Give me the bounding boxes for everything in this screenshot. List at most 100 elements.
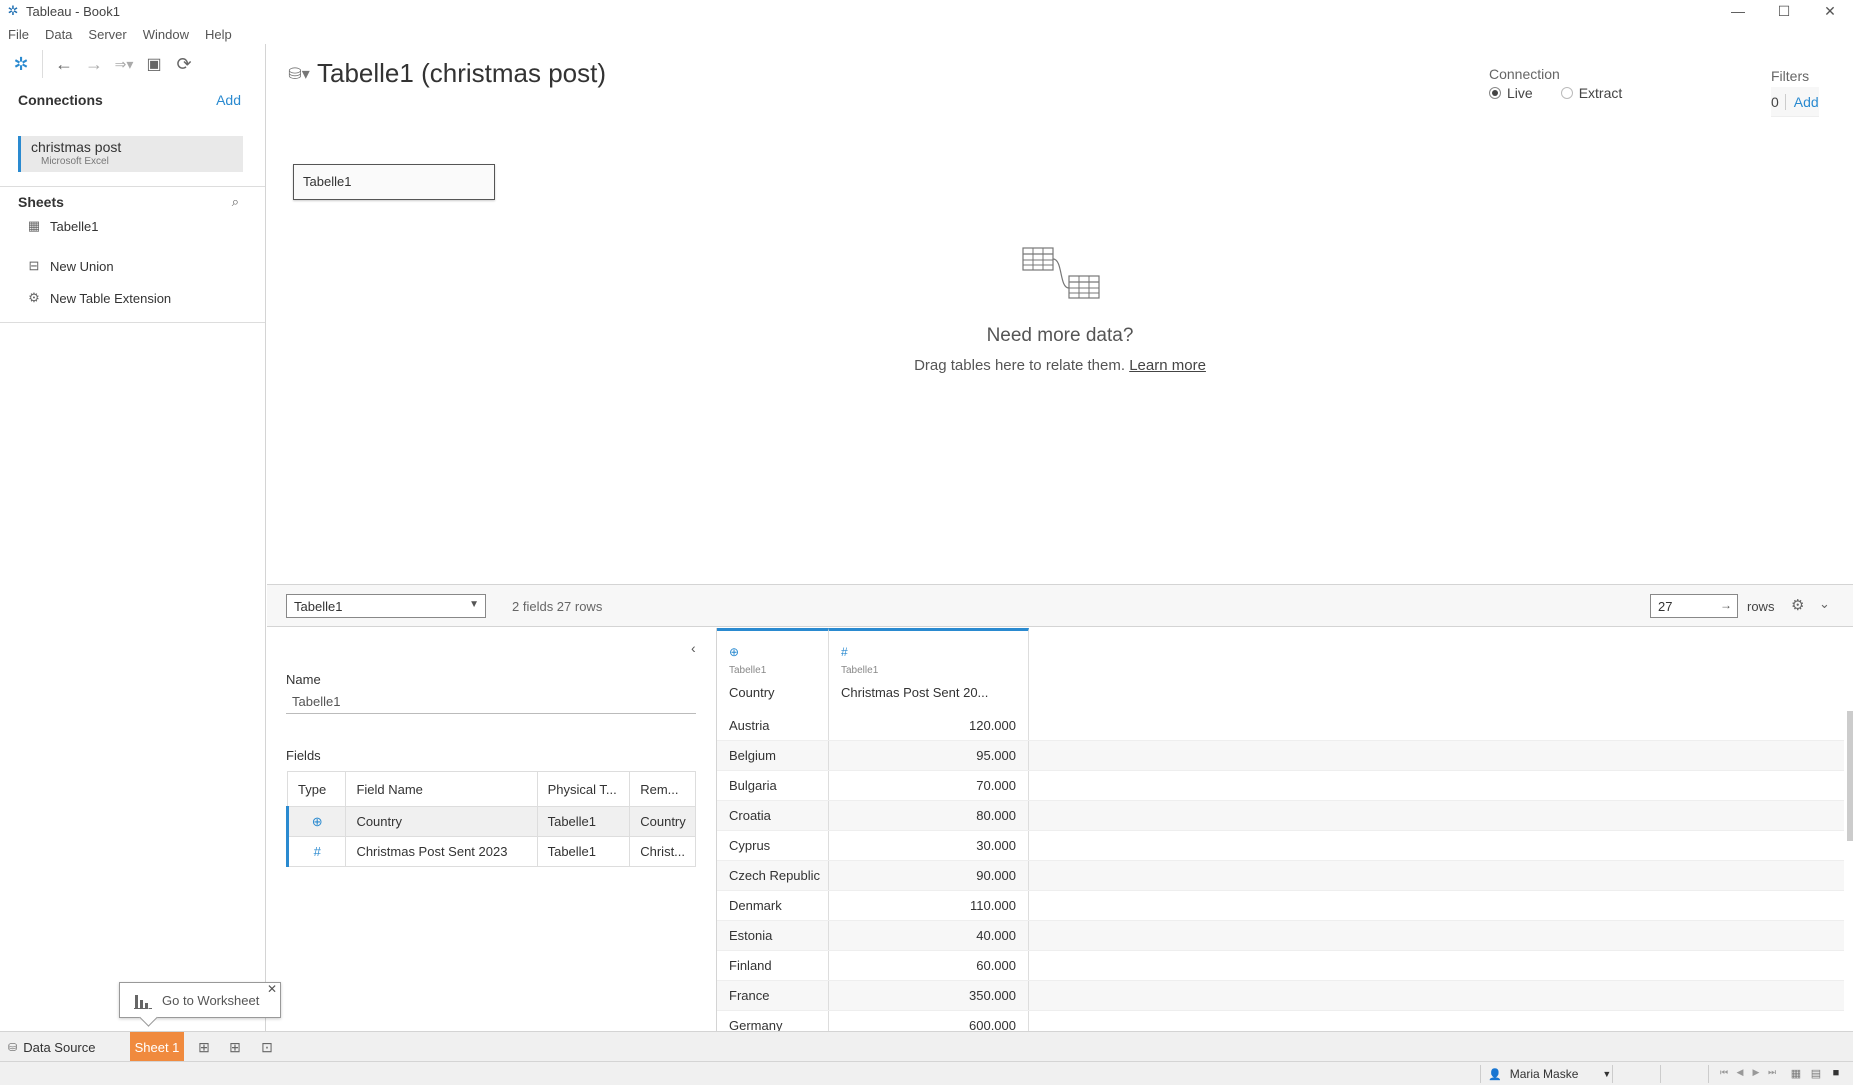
christmas-post-cell: 30.000: [829, 831, 1029, 860]
table-row[interactable]: # Christmas Post Sent 2023 Tabelle1 Chri…: [285, 836, 696, 867]
connection-item[interactable]: christmas post Microsoft Excel: [18, 136, 243, 172]
christmas-post-cell: 120.000: [829, 711, 1029, 740]
undo-arrow-icon[interactable]: ←: [49, 49, 79, 79]
country-cell: Cyprus: [717, 831, 829, 860]
new-table-extension-item[interactable]: ⚙ New Table Extension: [26, 287, 171, 309]
drag-tables-text: Drag tables here to relate them.: [914, 357, 1126, 374]
save-icon[interactable]: ▣: [139, 49, 169, 79]
country-cell: Croatia: [717, 801, 829, 830]
add-connection-link[interactable]: Add: [216, 92, 241, 108]
add-filter-link[interactable]: Add: [1794, 94, 1819, 110]
refresh-icon[interactable]: ⟳: [169, 49, 199, 79]
column-name: Country: [729, 685, 775, 700]
table-select[interactable]: Tabelle1 ▼: [286, 594, 486, 618]
previous-sheet-icon[interactable]: ◀: [1732, 1067, 1748, 1078]
go-to-worksheet-tooltip[interactable]: Go to Worksheet ✕: [119, 982, 281, 1018]
menu-window[interactable]: Window: [135, 27, 197, 42]
col-field-name[interactable]: Field Name: [345, 771, 538, 807]
table-row[interactable]: Croatia 80.000: [717, 801, 1844, 831]
gear-icon[interactable]: ⚙: [1791, 596, 1804, 614]
extract-radio[interactable]: [1560, 87, 1573, 99]
menu-server[interactable]: Server: [80, 27, 134, 42]
vertical-scrollbar[interactable]: [1847, 711, 1853, 841]
new-worksheet-icon[interactable]: ⊞: [193, 1037, 215, 1057]
grid-column-christmas-post[interactable]: # Tabelle1 Christmas Post Sent 20...: [829, 628, 1029, 711]
database-icon: ⛁: [8, 1041, 18, 1054]
data-source-tab[interactable]: ⛁ Data Source: [0, 1032, 128, 1062]
rows-input-value: 27: [1658, 599, 1673, 614]
dropdown-arrow-icon: ▼: [469, 599, 479, 610]
redo-arrow-icon[interactable]: →: [79, 49, 109, 79]
menu-file[interactable]: File: [0, 27, 37, 42]
close-button[interactable]: ✕: [1807, 0, 1853, 22]
table-row[interactable]: Belgium 95.000: [717, 741, 1844, 771]
table-row[interactable]: Germany 600.000: [717, 1011, 1844, 1031]
live-radio[interactable]: [1489, 87, 1501, 99]
new-story-icon[interactable]: ⊡: [256, 1037, 278, 1057]
table-row[interactable]: Czech Republic 90.000: [717, 861, 1844, 891]
next-sheet-icon[interactable]: ▶: [1748, 1067, 1764, 1078]
user-menu[interactable]: 👤 Maria Maske ▼: [1488, 1067, 1611, 1081]
number-type-icon[interactable]: #: [841, 645, 848, 659]
live-label[interactable]: Live: [1507, 85, 1533, 101]
table-row[interactable]: Bulgaria 70.000: [717, 771, 1844, 801]
maximize-button[interactable]: ☐: [1761, 0, 1807, 22]
table-row[interactable]: ⊕ Country Tabelle1 Country: [285, 806, 696, 837]
tabs-view-icon[interactable]: ■: [1826, 1067, 1846, 1080]
country-cell: Estonia: [717, 921, 829, 950]
country-cell: Belgium: [717, 741, 829, 770]
table-row[interactable]: Estonia 40.000: [717, 921, 1844, 951]
chevron-down-icon[interactable]: ⌄: [1819, 596, 1830, 612]
table-name-field[interactable]: Tabelle1: [286, 692, 696, 714]
sheet-sorter-icon[interactable]: ▦: [1786, 1067, 1806, 1080]
status-divider: [1612, 1065, 1613, 1083]
filmstrip-icon[interactable]: ▤: [1806, 1067, 1826, 1080]
menu-help[interactable]: Help: [197, 27, 240, 42]
apply-arrow-icon[interactable]: →: [1720, 598, 1732, 612]
col-type[interactable]: Type: [286, 771, 347, 807]
table-row[interactable]: Cyprus 30.000: [717, 831, 1844, 861]
minimize-button[interactable]: —: [1715, 0, 1761, 22]
rows-input[interactable]: 27 →: [1650, 594, 1738, 618]
col-remote-name[interactable]: Rem...: [629, 771, 696, 807]
sheet-navigation: ⏮ ◀ ▶ ⏭: [1716, 1067, 1780, 1078]
christmas-post-cell: 40.000: [829, 921, 1029, 950]
tooltip-text[interactable]: Go to Worksheet: [162, 993, 259, 1008]
collapse-panel-icon[interactable]: ‹: [691, 640, 696, 656]
col-physical-table[interactable]: Physical T...: [536, 771, 631, 807]
new-dashboard-icon[interactable]: ⊞: [224, 1037, 246, 1057]
first-sheet-icon[interactable]: ⏮: [1716, 1067, 1732, 1078]
user-icon: 👤: [1488, 1068, 1502, 1081]
geo-type-icon[interactable]: ⊕: [729, 645, 739, 659]
geo-type-icon[interactable]: ⊕: [285, 806, 347, 837]
search-icon[interactable]: ⌕: [232, 194, 239, 210]
data-source-title[interactable]: Tabelle1 (christmas post): [317, 58, 606, 89]
sheet-item-tabelle1[interactable]: ▦ Tabelle1: [26, 215, 99, 237]
table-row[interactable]: Finland 60.000: [717, 951, 1844, 981]
extract-label[interactable]: Extract: [1579, 85, 1623, 101]
replace-data-icon[interactable]: ⇒▾: [109, 49, 139, 79]
menu-data[interactable]: Data: [37, 27, 80, 42]
learn-more-link[interactable]: Learn more: [1129, 357, 1206, 374]
canvas-table-tabelle1[interactable]: Tabelle1: [293, 164, 495, 200]
new-union-item[interactable]: ⊟ New Union: [26, 255, 114, 277]
tableau-logo-icon: ✲: [7, 3, 19, 18]
table-row[interactable]: Austria 120.000: [717, 711, 1844, 741]
view-mode-buttons: ▦ ▤ ■: [1786, 1067, 1846, 1080]
sheet-item-label: Tabelle1: [50, 218, 99, 234]
sheet-tab[interactable]: Sheet 1: [130, 1032, 184, 1062]
number-type-icon[interactable]: #: [285, 836, 347, 867]
tableau-home-icon[interactable]: ✲: [6, 49, 36, 79]
close-icon[interactable]: ✕: [267, 982, 277, 996]
database-icon[interactable]: ⛁▾: [287, 62, 311, 86]
last-sheet-icon[interactable]: ⏭: [1764, 1067, 1780, 1078]
need-more-data-title: Need more data?: [986, 325, 1134, 346]
field-name-cell[interactable]: Country: [345, 806, 538, 837]
field-name-cell[interactable]: Christmas Post Sent 2023: [345, 836, 538, 867]
christmas-post-cell: 80.000: [829, 801, 1029, 830]
table-row[interactable]: Denmark 110.000: [717, 891, 1844, 921]
table-row[interactable]: France 350.000: [717, 981, 1844, 1011]
grid-column-country[interactable]: ⊕ Tabelle1 Country: [717, 628, 829, 711]
filters-block: Filters 0 Add: [1771, 68, 1819, 117]
christmas-post-cell: 95.000: [829, 741, 1029, 770]
